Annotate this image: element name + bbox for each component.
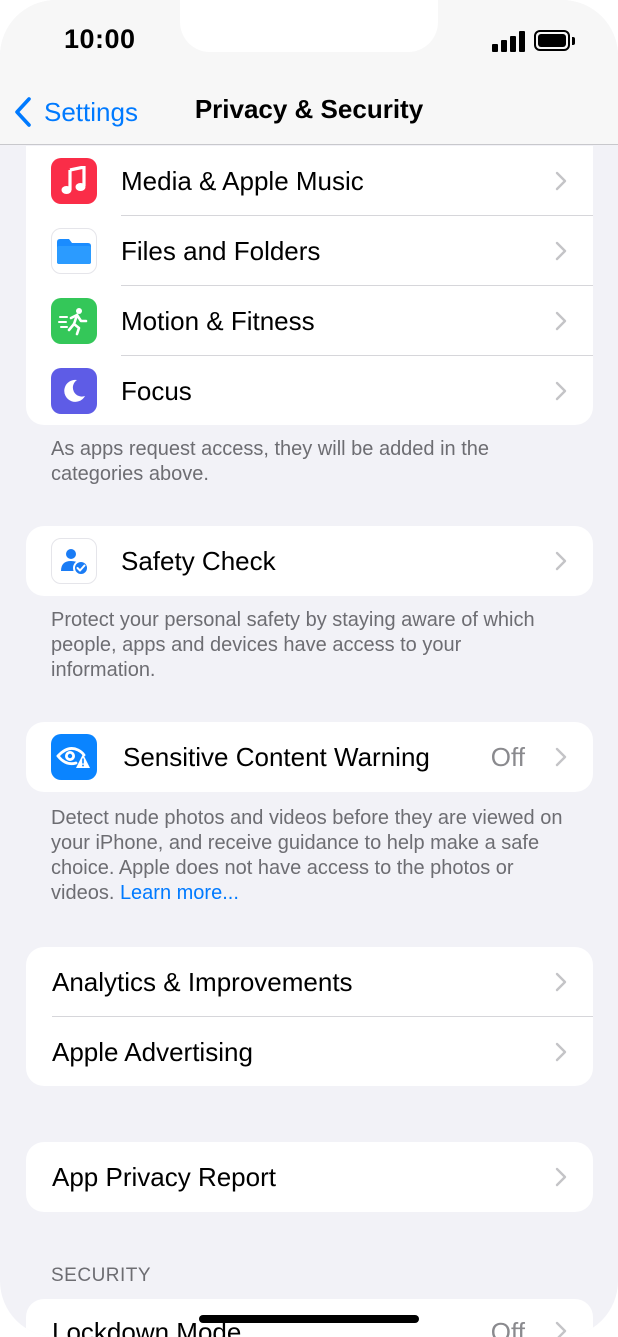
chevron-right-icon <box>555 747 567 767</box>
chevron-right-icon <box>555 381 567 401</box>
chevron-right-icon <box>555 241 567 261</box>
battery-cap <box>572 37 575 45</box>
chevron-left-icon <box>15 97 31 127</box>
running-figure-icon <box>51 298 97 344</box>
list-item-files-and-folders[interactable]: Files and Folders <box>26 216 593 286</box>
chevron-right-icon <box>555 1321 567 1337</box>
chevron-right-icon <box>555 1042 567 1062</box>
chevron-right-icon <box>555 1167 567 1187</box>
notch <box>180 0 438 52</box>
lockdown-value: Off <box>490 1317 525 1337</box>
home-indicator[interactable] <box>199 1315 419 1323</box>
list-item-motion-fitness[interactable]: Motion & Fitness <box>26 286 593 356</box>
battery-fill <box>538 34 566 47</box>
list-item-analytics-improvements[interactable]: Analytics & Improvements <box>26 947 593 1017</box>
safety-check-group: Safety Check <box>26 526 593 596</box>
folder-icon <box>51 228 97 274</box>
list-item-label: Safety Check <box>121 545 276 576</box>
list-item-label: Apple Advertising <box>52 1036 253 1067</box>
person-shield-icon <box>51 538 97 584</box>
back-label: Settings <box>44 96 138 127</box>
list-item-label: Media & Apple Music <box>121 165 364 196</box>
list-item-apple-advertising[interactable]: Apple Advertising <box>26 1017 593 1086</box>
list-item-label: Motion & Fitness <box>121 305 315 336</box>
safety-check-footnote: Protect your personal safety by staying … <box>51 609 535 681</box>
moon-icon <box>51 368 97 414</box>
list-item-media-apple-music[interactable]: Media & Apple Music <box>26 146 593 216</box>
list-item-app-privacy-report[interactable]: App Privacy Report <box>26 1142 593 1212</box>
battery-icon <box>534 30 570 51</box>
analytics-group: Analytics & Improvements Apple Advertisi… <box>26 947 593 1086</box>
security-section-header: SECURITY <box>51 1265 152 1286</box>
list-item-label: App Privacy Report <box>52 1161 276 1192</box>
learn-more-link[interactable]: Learn more... <box>120 882 239 904</box>
list-item-label: Focus <box>121 375 192 406</box>
status-time: 10:00 <box>64 24 136 54</box>
list-item-sensitive-content-warning[interactable]: Sensitive Content Warning Off <box>26 722 593 792</box>
eye-warning-icon <box>51 734 97 780</box>
chevron-right-icon <box>555 311 567 331</box>
app-privacy-report-group: App Privacy Report <box>26 1142 593 1212</box>
app-categories-footnote: As apps request access, they will be add… <box>51 438 490 485</box>
list-item-label: Analytics & Improvements <box>52 966 353 997</box>
sensitive-content-group: Sensitive Content Warning Off <box>26 722 593 792</box>
music-note-icon <box>51 158 97 204</box>
screen: 10:00 Privacy & Security Settings Media … <box>0 0 618 1337</box>
chevron-right-icon <box>555 551 567 571</box>
list-item-label: Sensitive Content Warning <box>123 741 430 772</box>
status-bar: 10:00 <box>0 0 618 80</box>
list-item-safety-check[interactable]: Safety Check <box>26 526 593 596</box>
list-item-label: Files and Folders <box>121 235 321 266</box>
back-button[interactable]: Settings <box>12 92 138 132</box>
chevron-right-icon <box>555 972 567 992</box>
list-item-focus[interactable]: Focus <box>26 356 593 425</box>
chevron-right-icon <box>555 171 567 191</box>
sensitive-content-value: Off <box>490 741 525 772</box>
cellular-signal-icon <box>492 30 526 52</box>
sensitive-content-footnote: Detect nude photos and videos before the… <box>51 806 571 906</box>
app-categories-group: Media & Apple Music Files and Folders Mo… <box>26 146 593 425</box>
navigation-bar: Privacy & Security Settings <box>0 80 618 145</box>
